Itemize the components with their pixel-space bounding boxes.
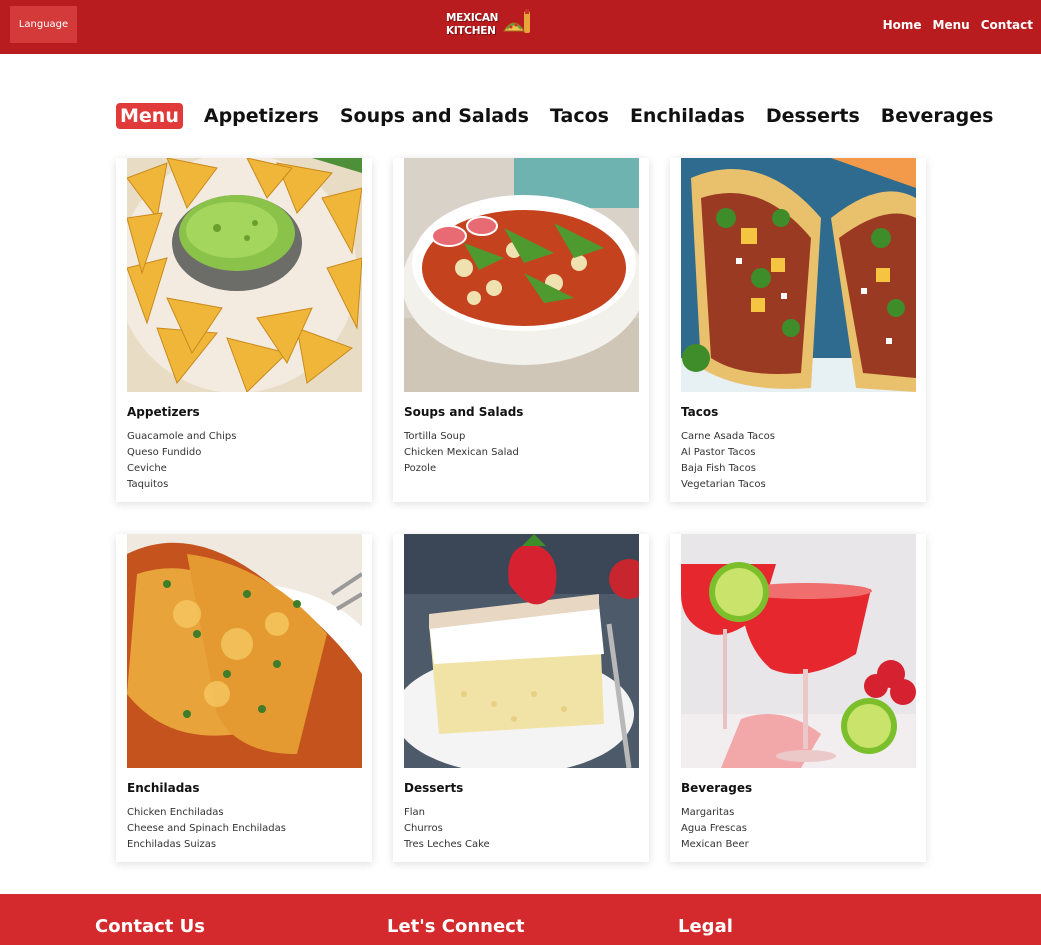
menu-card-tacos[interactable]: Tacos Carne Asada Tacos Al Pastor Tacos … [670,158,926,502]
card-item-list: Guacamole and Chips Queso Fundido Cevich… [127,429,236,493]
tres-leches-cake-photo [404,534,639,768]
guacamole-chips-photo [127,158,362,392]
footer-heading-connect: Let's Connect [387,916,525,937]
logo-text: MEXICAN KITCHEN [446,12,504,38]
list-item: Taquitos [127,479,169,490]
card-item-list: Flan Churros Tres Leches Cake [404,805,490,853]
list-item: Margaritas [681,807,735,818]
list-item: Guacamole and Chips [127,431,237,442]
site-logo[interactable]: MEXICAN KITCHEN [446,9,536,43]
logo-line-1: MEXICAN [446,12,499,24]
list-item: Chicken Enchiladas [127,807,224,818]
site-footer: Contact Us Let's Connect Legal [0,894,1041,945]
footer-heading-contact: Contact Us [95,916,206,937]
taco-logo-icon [503,9,530,33]
list-item: Mexican Beer [681,839,749,850]
menu-card-appetizers[interactable]: Appetizers Guacamole and Chips Queso Fun… [116,158,372,502]
nav-menu[interactable]: Menu [933,18,970,32]
list-item: Pozole [404,463,437,474]
list-item: Tres Leches Cake [404,839,490,850]
main-nav: Home Menu Contact [883,0,1033,50]
menu-card-enchiladas[interactable]: Enchiladas Chicken Enchiladas Cheese and… [116,534,372,862]
list-item: Tortilla Soup [404,431,466,442]
list-item: Carne Asada Tacos [681,431,775,442]
tab-tacos[interactable]: Tacos [550,105,609,127]
card-title: Beverages [681,781,753,795]
tab-appetizers[interactable]: Appetizers [204,105,319,127]
menu-card-desserts[interactable]: Desserts Flan Churros Tres Leches Cake [393,534,649,862]
list-item: Churros [404,823,443,834]
card-title: Appetizers [127,405,200,419]
card-item-list: Margaritas Agua Frescas Mexican Beer [681,805,749,853]
menu-card-soups-and-salads[interactable]: Soups and Salads Tortilla Soup Chicken M… [393,158,649,502]
tacos-photo [681,158,916,392]
list-item: Enchiladas Suizas [127,839,217,850]
tab-soups-and-salads[interactable]: Soups and Salads [340,105,529,127]
menu-card-beverages[interactable]: Beverages Margaritas Agua Frescas Mexica… [670,534,926,862]
card-title: Soups and Salads [404,405,524,419]
tab-desserts[interactable]: Desserts [766,105,860,127]
menu-category-tabs: Menu Appetizers Soups and Salads Tacos E… [116,101,993,131]
nav-contact[interactable]: Contact [981,18,1033,32]
card-title: Desserts [404,781,464,795]
site-header: Language MEXICAN KITCHEN Home Menu Conta… [0,0,1041,54]
tab-beverages[interactable]: Beverages [881,105,994,127]
tab-enchiladas[interactable]: Enchiladas [630,105,745,127]
card-title: Tacos [681,405,719,419]
list-item: Cheese and Spinach Enchiladas [127,823,286,834]
list-item: Ceviche [127,463,167,474]
margaritas-photo [681,534,916,768]
list-item: Vegetarian Tacos [681,479,766,490]
tab-menu[interactable]: Menu [116,103,183,129]
list-item: Flan [404,807,425,818]
list-item: Agua Frescas [681,823,747,834]
card-title: Enchiladas [127,781,200,795]
card-item-list: Tortilla Soup Chicken Mexican Salad Pozo… [404,429,519,477]
list-item: Queso Fundido [127,447,202,458]
footer-heading-legal: Legal [678,916,733,937]
list-item: Baja Fish Tacos [681,463,757,474]
list-item: Chicken Mexican Salad [404,447,519,458]
language-button[interactable]: Language [10,6,77,43]
pozole-soup-photo [404,158,639,392]
logo-line-2: KITCHEN [446,25,496,37]
list-item: Al Pastor Tacos [681,447,756,458]
nav-home[interactable]: Home [883,18,922,32]
card-item-list: Chicken Enchiladas Cheese and Spinach En… [127,805,286,853]
card-item-list: Carne Asada Tacos Al Pastor Tacos Baja F… [681,429,775,493]
enchiladas-photo [127,534,362,768]
